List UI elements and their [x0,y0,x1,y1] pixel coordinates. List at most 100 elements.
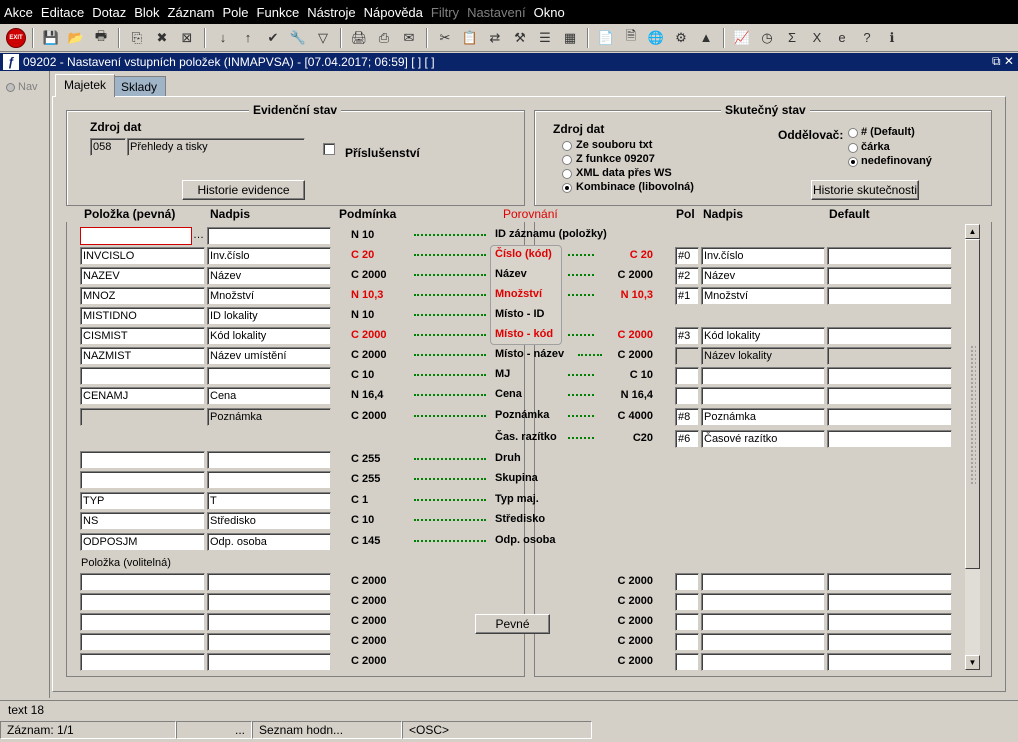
volitelna-default-field[interactable] [827,613,952,631]
exit-icon[interactable]: EXIT [6,27,26,48]
chart-icon[interactable]: 📈 [731,27,753,49]
polozka-field[interactable]: CENAMJ [80,387,205,405]
default-field[interactable] [827,387,952,405]
volitelna-polozka-field[interactable] [80,573,205,591]
volitelna-nadpis-skut-field[interactable] [701,653,825,671]
volitelna-nadpis-skut-field[interactable] [701,573,825,591]
menu-7[interactable]: Nástroje [307,5,355,20]
excel-icon[interactable]: X [806,27,828,49]
scroll-down-icon[interactable]: ▼ [965,655,980,670]
sort-asc-icon[interactable]: ↓ [212,27,234,49]
default-field[interactable] [827,247,952,265]
polozka-field[interactable]: ODPOSJM [80,533,205,551]
check-icon[interactable]: ✔ [262,27,284,49]
volitelna-default-field[interactable] [827,593,952,611]
volitelna-polozka-field[interactable] [80,653,205,671]
list-icon[interactable]: ☰ [534,27,556,49]
info-icon[interactable]: ℹ [881,27,903,49]
zdroj-radio-0[interactable] [562,141,572,151]
nadpis-field[interactable]: Název umístění [207,347,331,365]
save-icon[interactable]: 💾 [40,27,62,49]
window-controls[interactable]: ⧉ ✕ [992,54,1014,69]
nadpis-skut-field[interactable] [701,367,825,385]
nadpis-field[interactable]: Odp. osoba [207,533,331,551]
polozka-field[interactable]: MISTIDNO [80,307,205,325]
default-field[interactable] [827,408,952,426]
volitelna-nadpis-field[interactable] [207,573,331,591]
scroll-up-icon[interactable]: ▲ [965,224,980,239]
polozka-field[interactable] [80,408,205,426]
globe-icon[interactable]: 🌐 [645,27,667,49]
nav-button[interactable]: Nav [6,81,38,93]
nadpis-field[interactable]: Kód lokality [207,327,331,345]
menu-4[interactable]: Záznam [168,5,215,20]
nadpis-field[interactable]: Název [207,267,331,285]
polozka-field[interactable] [80,227,192,245]
nadpis-field[interactable]: Středisko [207,512,331,530]
menu-6[interactable]: Funkce [257,5,300,20]
pol-field[interactable] [675,387,699,405]
polozka-field[interactable] [80,367,205,385]
tools-icon[interactable]: ⚒ [509,27,531,49]
polozka-field[interactable] [80,471,205,489]
sigma-icon[interactable]: Σ [781,27,803,49]
menu-10[interactable]: Nastavení [467,5,526,20]
volitelna-nadpis-skut-field[interactable] [701,593,825,611]
filter-icon[interactable]: ▽ [312,27,334,49]
pol-field[interactable]: #2 [675,267,699,285]
tab-sklady[interactable]: Sklady [112,76,167,96]
nadpis-field[interactable]: Cena [207,387,331,405]
mail-icon[interactable]: ✉ [398,27,420,49]
nadpis-field[interactable]: Inv.číslo [207,247,331,265]
default-field[interactable] [827,430,952,448]
historie-evidence-button[interactable]: Historie evidence [182,180,305,200]
volitelna-pol-field[interactable] [675,593,699,611]
nadpis-field[interactable]: T [207,492,331,510]
volitelna-nadpis-field[interactable] [207,593,331,611]
pol-field[interactable] [675,347,699,365]
polozka-field[interactable] [80,451,205,469]
pol-field[interactable]: #8 [675,408,699,426]
pol-field[interactable]: #1 [675,287,699,305]
menu-5[interactable]: Pole [223,5,249,20]
menu-2[interactable]: Dotaz [92,5,126,20]
printer-icon[interactable]: 🖨 [348,27,370,49]
menu-8[interactable]: Nápověda [364,5,423,20]
polozka-field[interactable]: NS [80,512,205,530]
nadpis-skut-field[interactable]: Inv.číslo [701,247,825,265]
clipboard-icon[interactable]: 📋 [459,27,481,49]
zdroj-radio-1[interactable] [562,155,572,165]
volitelna-nadpis-skut-field[interactable] [701,613,825,631]
close-record-icon[interactable]: ⊠ [176,27,198,49]
historie-skutecnosti-button[interactable]: Historie skutečnosti [811,180,919,200]
default-field[interactable] [827,287,952,305]
nadpis-skut-field[interactable]: Název [701,267,825,285]
note-icon[interactable]: 📄 [595,27,617,49]
help-icon[interactable]: ? [856,27,878,49]
oddelovac-radio-0[interactable] [848,128,858,138]
volitelna-polozka-field[interactable] [80,633,205,651]
nadpis-skut-field[interactable]: Množství [701,287,825,305]
scissors-icon[interactable]: ✂ [434,27,456,49]
nadpis-skut-field[interactable] [701,387,825,405]
mountain-icon[interactable]: ▲ [695,27,717,49]
volitelna-nadpis-field[interactable] [207,653,331,671]
menu-0[interactable]: Akce [4,5,33,20]
volitelna-nadpis-field[interactable] [207,633,331,651]
pol-field[interactable] [675,367,699,385]
nadpis-field[interactable] [207,367,331,385]
volitelna-nadpis-skut-field[interactable] [701,633,825,651]
default-field[interactable] [827,327,952,345]
nadpis-skut-field[interactable]: Kód lokality [701,327,825,345]
nadpis-field[interactable]: Množství [207,287,331,305]
volitelna-pol-field[interactable] [675,613,699,631]
volitelna-pol-field[interactable] [675,633,699,651]
volitelna-pol-field[interactable] [675,653,699,671]
zdroj-radio-3[interactable] [562,183,572,193]
print-preview-icon[interactable]: 🖶 [90,27,112,49]
volitelna-default-field[interactable] [827,653,952,671]
volitelna-polozka-field[interactable] [80,613,205,631]
polozka-field[interactable]: TYP [80,492,205,510]
volitelna-pol-field[interactable] [675,573,699,591]
menu-1[interactable]: Editace [41,5,84,20]
